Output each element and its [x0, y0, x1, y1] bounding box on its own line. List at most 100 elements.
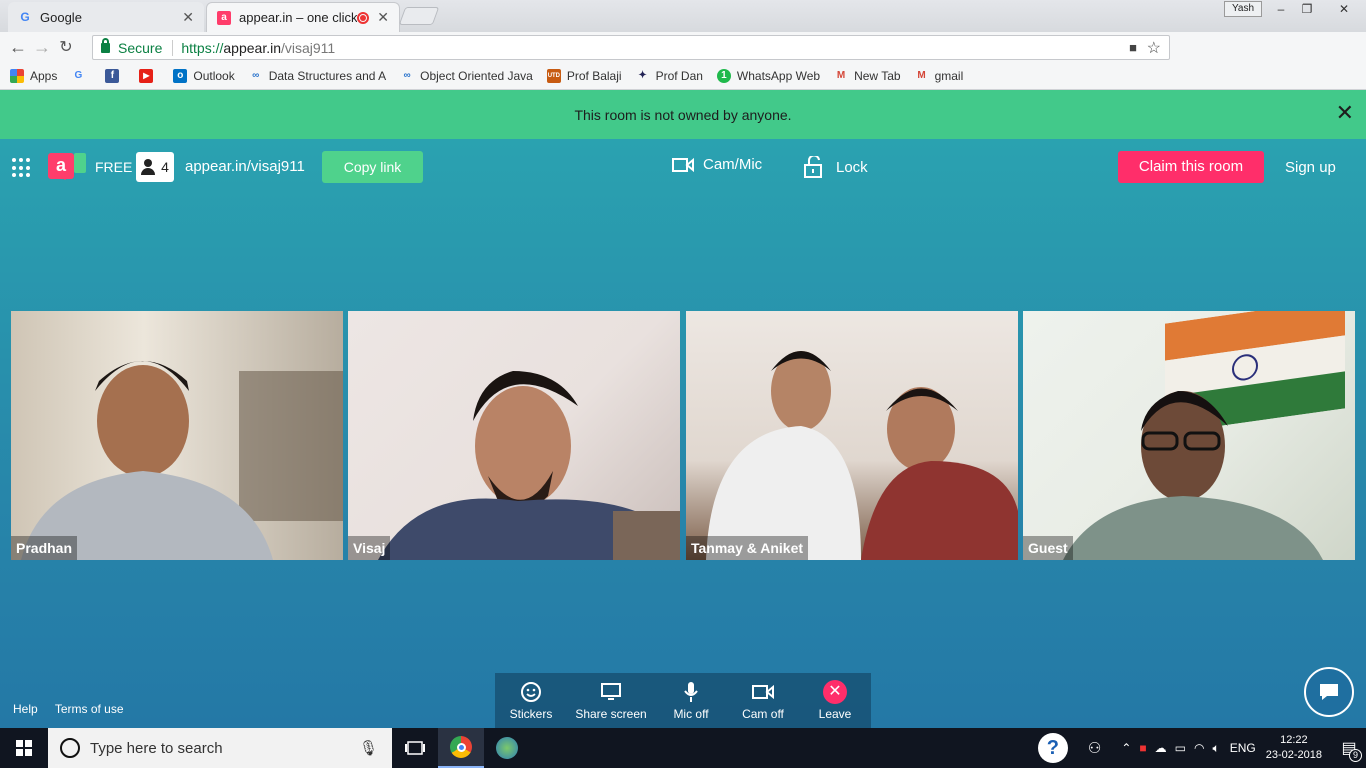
volume-icon[interactable]: 🔈︎: [1213, 741, 1220, 756]
camera-permission-icon[interactable]: ■: [1129, 40, 1137, 55]
tab-appear-in[interactable]: a appear.in – one click v ✕: [206, 2, 400, 32]
bookmark-star-icon[interactable]: ☆: [1147, 38, 1161, 58]
ownership-banner: This room is not owned by anyone. ✕: [0, 90, 1366, 139]
chat-bubble-icon: [1320, 684, 1338, 700]
help-link[interactable]: Help: [13, 702, 38, 716]
gmail-icon: M: [836, 69, 846, 81]
tab-close-icon[interactable]: ✕: [182, 9, 194, 26]
url-path: /visaj911: [281, 39, 336, 56]
appear-in-logo[interactable]: a: [48, 153, 74, 180]
forward-icon[interactable]: →: [30, 37, 54, 58]
bookmark-facebook[interactable]: f: [105, 68, 125, 83]
onedrive-icon[interactable]: ☁: [1155, 741, 1167, 755]
outlook-icon: o: [173, 68, 188, 83]
apps-menu-icon[interactable]: [12, 158, 32, 178]
bird-icon: ✦: [638, 69, 647, 81]
claim-room-button[interactable]: Claim this room: [1118, 151, 1264, 183]
link-icon: ∞: [252, 69, 260, 81]
bookmark-outlook[interactable]: o Outlook: [173, 68, 235, 83]
bookmark-apps[interactable]: Apps: [10, 68, 57, 83]
address-bar[interactable]: Secure https://appear.in/visaj911 ■ ☆: [92, 35, 1170, 60]
secure-indicator[interactable]: Secure: [101, 37, 162, 56]
terms-link[interactable]: Terms of use: [55, 702, 124, 716]
url-text[interactable]: https://appear.in/visaj911: [181, 40, 335, 56]
participant-count[interactable]: 4: [136, 152, 174, 182]
help-icon[interactable]: ?: [1037, 733, 1068, 763]
maximize-button[interactable]: ❐: [1294, 0, 1320, 18]
browser-toolbar: ← → ↻ Secure https://appear.in/visaj911 …: [0, 32, 1366, 92]
video-room: a FREE 4 appear.in/visaj911 Copy link Ca…: [0, 139, 1366, 728]
url-scheme: https://: [181, 39, 224, 56]
camera-icon: [752, 681, 774, 703]
bookmark-prof-balaji[interactable]: UTD Prof Balaji: [546, 68, 622, 83]
share-screen-button[interactable]: Share screen: [567, 673, 655, 728]
task-view-icon[interactable]: [392, 728, 438, 768]
call-controls: Stickers Share screen Mic off Cam off ✕ …: [495, 673, 871, 728]
bookmark-whatsapp[interactable]: 1 WhatsApp Web: [716, 68, 821, 83]
bookmark-label: WhatsApp Web: [736, 68, 821, 83]
cam-off-label: Cam off: [742, 706, 784, 721]
microphone-icon[interactable]: 🎙︎: [359, 739, 378, 757]
chrome-taskbar-icon[interactable]: [438, 728, 484, 768]
cam-off-button[interactable]: Cam off: [727, 673, 799, 728]
video-tile-visaj[interactable]: Visaj: [348, 311, 680, 560]
bookmark-prof-dan[interactable]: ✦ Prof Dan: [636, 69, 703, 83]
leave-label: Leave: [818, 706, 852, 721]
facebook-icon: f: [105, 68, 120, 83]
windows-logo-icon: [16, 740, 32, 756]
link-icon: ∞: [403, 69, 411, 81]
battery-icon[interactable]: ▭: [1175, 741, 1186, 755]
minimize-button[interactable]: –: [1268, 0, 1294, 18]
video-grid: Pradhan Visaj Tanmay & Aniket Guest: [11, 311, 1355, 560]
banner-close-icon[interactable]: ✕: [1336, 102, 1354, 124]
windows-start-button[interactable]: [0, 728, 48, 768]
show-hidden-icons[interactable]: ⌃: [1121, 741, 1131, 755]
sign-up-link[interactable]: Sign up: [1285, 159, 1336, 176]
stickers-button[interactable]: Stickers: [495, 673, 567, 728]
person-icon: [141, 159, 156, 175]
bookmark-label: Data Structures and A: [268, 68, 387, 83]
video-tile-tanmay-aniket[interactable]: Tanmay & Aniket: [686, 311, 1018, 560]
reload-icon[interactable]: ↻: [54, 37, 78, 57]
bookmark-youtube[interactable]: ▶: [139, 68, 159, 83]
bookmark-google[interactable]: G: [71, 69, 91, 83]
people-icon[interactable]: ⚇: [1088, 739, 1101, 757]
bookmark-new-tab[interactable]: M New Tab: [834, 68, 901, 83]
tray-app-icon[interactable]: ■: [1139, 741, 1146, 755]
whatsapp-icon: 1: [716, 68, 731, 83]
banner-text: This room is not owned by anyone.: [574, 106, 792, 123]
video-tile-pradhan[interactable]: Pradhan: [11, 311, 343, 560]
close-window-button[interactable]: ✕: [1322, 0, 1366, 18]
leave-button[interactable]: ✕ Leave: [799, 673, 871, 728]
bookmark-data-structures[interactable]: ∞ Data Structures and A: [249, 69, 386, 83]
profile-button[interactable]: Yash: [1224, 1, 1262, 17]
chat-button[interactable]: [1304, 667, 1354, 717]
monitor-icon: [600, 681, 622, 703]
tab-title: appear.in – one click v: [239, 10, 358, 25]
recording-dot-icon: [357, 11, 370, 24]
taskbar-search-box[interactable]: Type here to search 🎙︎: [48, 728, 392, 768]
bookmark-oo-java[interactable]: ∞ Object Oriented Java: [400, 69, 533, 83]
appear-in-favicon-icon: a: [217, 10, 231, 25]
bookmarks-bar: Apps G f ▶ o Outlook ∞ Data Structures and…: [0, 62, 1366, 90]
tab-close-icon[interactable]: ✕: [377, 9, 389, 26]
cam-mic-button[interactable]: Cam/Mic: [672, 156, 762, 173]
language-indicator[interactable]: ENG: [1230, 741, 1256, 755]
bookmark-label: New Tab: [854, 68, 901, 83]
back-icon[interactable]: ←: [6, 37, 30, 58]
utd-icon: UTD: [546, 68, 561, 83]
globe-taskbar-icon[interactable]: [484, 728, 530, 768]
new-tab-button[interactable]: [398, 7, 440, 25]
url-host: appear.in: [223, 39, 281, 56]
bookmark-gmail[interactable]: Mgmail: [915, 69, 963, 83]
action-center-icon[interactable]: ▤ 9: [1332, 738, 1366, 762]
taskbar-clock[interactable]: 12:22 23-02-2018: [1266, 733, 1322, 763]
lock-button[interactable]: Lock: [803, 156, 868, 178]
tab-google[interactable]: G Google ✕: [8, 2, 204, 32]
participant-name: Tanmay & Aniket: [686, 536, 809, 560]
mic-off-button[interactable]: Mic off: [655, 673, 727, 728]
wifi-icon[interactable]: ◠: [1194, 741, 1204, 755]
microphone-icon: [683, 681, 699, 703]
video-tile-guest[interactable]: Guest: [1023, 311, 1355, 560]
copy-link-button[interactable]: Copy link: [322, 151, 423, 183]
